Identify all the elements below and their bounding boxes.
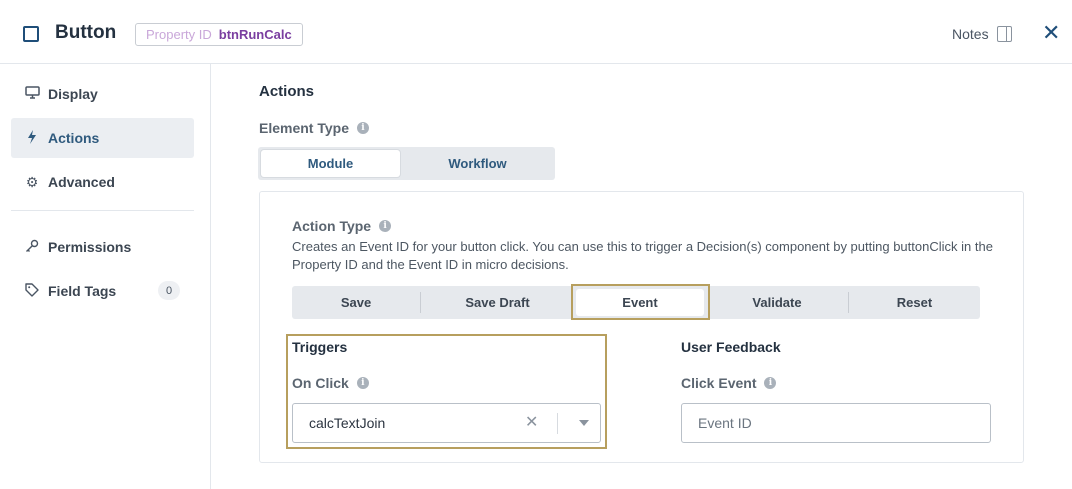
element-type-module-option[interactable]: Module <box>261 150 400 177</box>
section-title: Actions <box>259 83 315 100</box>
event-highlight-box <box>571 284 710 320</box>
property-id-badge[interactable]: Property ID btnRunCalc <box>135 23 303 46</box>
action-save-option[interactable]: Save <box>292 286 420 319</box>
element-type-workflow-option[interactable]: Workflow <box>404 150 551 177</box>
action-settings-card: Action Type i Creates an Event ID for yo… <box>259 191 1024 463</box>
action-reset-option[interactable]: Reset <box>849 286 980 319</box>
action-type-description: Creates an Event ID for your button clic… <box>292 239 993 272</box>
click-event-label: Click Event i <box>681 375 777 391</box>
sidebar-item-permissions[interactable]: Permissions <box>11 227 194 267</box>
gear-icon: ⚙ <box>25 173 39 190</box>
main-content: Actions Element Type i Module Workflow A… <box>211 64 1072 489</box>
panel-header: Button Property ID btnRunCalc Notes ✕ <box>0 0 1072 64</box>
property-id-value: btnRunCalc <box>218 27 292 42</box>
user-feedback-title: User Feedback <box>681 339 781 355</box>
monitor-icon <box>24 86 40 102</box>
action-save-draft-option[interactable]: Save Draft <box>421 286 574 319</box>
sidebar-item-label: Field Tags <box>48 283 117 299</box>
triggers-highlight-box <box>286 334 607 449</box>
sidebar-item-advanced[interactable]: ⚙ Advanced <box>11 162 194 202</box>
sidebar-item-actions[interactable]: Actions <box>11 118 194 158</box>
sidebar-item-label: Display <box>48 86 98 102</box>
action-type-label: Action Type i <box>292 218 392 234</box>
notes-toggle[interactable]: Notes <box>952 26 1012 42</box>
element-type-toggle: Module Workflow <box>258 147 555 180</box>
element-type-label: Element Type i <box>259 120 369 136</box>
click-event-input[interactable] <box>681 403 991 443</box>
sidebar-item-display[interactable]: Display <box>11 74 194 114</box>
click-event-label-text: Click Event <box>681 375 757 391</box>
info-icon[interactable]: i <box>379 220 392 232</box>
page-title: Button <box>55 22 117 43</box>
action-validate-option[interactable]: Validate <box>706 286 848 319</box>
action-type-label-text: Action Type <box>292 218 372 234</box>
property-id-label: Property ID <box>146 27 212 42</box>
sidebar-item-label: Advanced <box>48 174 115 190</box>
info-icon[interactable]: i <box>357 122 369 134</box>
key-icon <box>24 239 40 256</box>
sidebar-divider <box>11 210 194 211</box>
sidebar: Display Actions ⚙ Advanced Permissions F… <box>0 64 211 489</box>
notes-panel-icon <box>996 26 1012 42</box>
tag-icon <box>24 282 40 300</box>
element-type-label-text: Element Type <box>259 120 349 136</box>
sidebar-item-label: Permissions <box>48 239 132 255</box>
notes-label: Notes <box>952 26 989 42</box>
close-icon[interactable]: ✕ <box>1042 22 1060 44</box>
info-icon[interactable]: i <box>764 377 777 389</box>
lightning-icon <box>24 129 40 147</box>
field-tags-count-badge: 0 <box>158 281 180 300</box>
sidebar-item-label: Actions <box>48 130 100 146</box>
sidebar-item-field-tags[interactable]: Field Tags 0 <box>11 271 194 311</box>
button-element-icon <box>23 26 39 42</box>
